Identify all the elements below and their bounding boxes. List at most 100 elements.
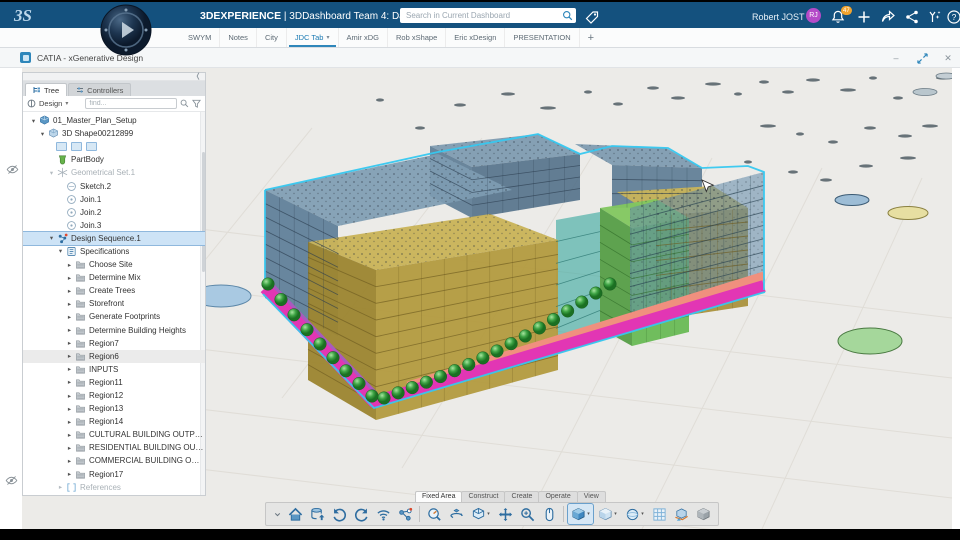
pan-button[interactable] <box>495 504 515 524</box>
tree-item-region12[interactable]: ▸ Region12 <box>23 389 205 402</box>
home-button[interactable] <box>285 504 305 524</box>
hidden-eye-icon[interactable] <box>6 163 19 176</box>
tree-item-cultural-building-output[interactable]: ▸ CULTURAL BUILDING OUTPUT <box>23 428 205 441</box>
database-upload-button[interactable] <box>307 504 327 524</box>
viewport-tab-fixed-area[interactable]: Fixed Area <box>415 491 463 502</box>
resize-button[interactable] <box>915 51 929 65</box>
tree-filter-funnel-icon[interactable] <box>192 99 201 108</box>
grid-button[interactable] <box>649 504 669 524</box>
dropdown-caret-icon[interactable]: ▾ <box>614 511 617 517</box>
turntable-button[interactable] <box>446 504 466 524</box>
caret-collapsed-icon[interactable]: ▸ <box>56 483 65 491</box>
caret-collapsed-icon[interactable]: ▸ <box>65 339 74 347</box>
search-icon[interactable] <box>562 10 573 21</box>
shaded-cube-button[interactable]: ▾ <box>567 503 594 525</box>
representation-chip-icon[interactable] <box>86 142 97 152</box>
share-arrow-icon[interactable] <box>880 9 896 25</box>
caret-collapsed-icon[interactable]: ▸ <box>65 378 74 386</box>
hidden-eye-icon[interactable] <box>5 474 18 487</box>
tree-item-region17[interactable]: ▸ Region17 <box>23 468 205 481</box>
caret-collapsed-icon[interactable]: ▸ <box>65 352 74 360</box>
tree-item-create-trees[interactable]: ▸ Create Trees <box>23 284 205 297</box>
panel-collapse-icon[interactable]: ❬ <box>195 72 201 80</box>
tree-item-specifications[interactable]: ▾ Specifications <box>23 245 205 258</box>
undo-button[interactable] <box>329 504 349 524</box>
dropdown-caret-icon[interactable]: ▾ <box>587 511 590 517</box>
caret-expanded-icon[interactable]: ▾ <box>29 117 38 125</box>
caret-collapsed-icon[interactable]: ▸ <box>65 274 74 282</box>
tree-item-region6[interactable]: ▸ Region6 <box>23 349 205 363</box>
help-icon[interactable]: ? <box>946 9 960 25</box>
caret-collapsed-icon[interactable]: ▸ <box>65 313 74 321</box>
tree-find-input[interactable] <box>89 100 173 107</box>
section-cube-button[interactable] <box>671 504 691 524</box>
caret-collapsed-icon[interactable]: ▸ <box>65 457 74 465</box>
add-content-icon[interactable] <box>856 9 872 25</box>
tree-item-storefront[interactable]: ▸ Storefront <box>23 297 205 310</box>
tag-icon[interactable] <box>584 9 600 25</box>
3dexperience-compass-logo[interactable] <box>100 4 152 56</box>
zoom-area-button[interactable] <box>517 504 537 524</box>
tree-item-join-2[interactable]: Join.2 <box>23 206 205 219</box>
tree-panel-tab-controllers[interactable]: Controllers <box>68 83 132 96</box>
tree-item-inputs[interactable]: ▸ INPUTS <box>23 363 205 376</box>
caret-collapsed-icon[interactable]: ▸ <box>65 300 74 308</box>
tree-item-3d-shape00212899[interactable]: ▾ 3D Shape00212899 <box>23 127 205 140</box>
tree-item-region13[interactable]: ▸ Region13 <box>23 402 205 415</box>
workspace-tab-jdc-tab[interactable]: JDC Tab ▾ <box>287 28 339 47</box>
representation-chip-icon[interactable] <box>71 142 82 152</box>
tree-item-choose-site[interactable]: ▸ Choose Site <box>23 258 205 271</box>
tree-item-region14[interactable]: ▸ Region14 <box>23 415 205 428</box>
workspace-tab-eric-xdesign[interactable]: Eric xDesign <box>446 28 506 47</box>
redo-button[interactable] <box>351 504 371 524</box>
chevron-down-button[interactable] <box>271 504 283 524</box>
workspace-tab-amir-xdg[interactable]: Amir xDG <box>339 28 388 47</box>
sphere-button[interactable]: ▾ <box>622 504 647 524</box>
tree-item-commercial-building-out[interactable]: ▸ COMMERCIAL BUILDING OUT... <box>23 454 205 467</box>
caret-expanded-icon[interactable]: ▾ <box>38 130 47 138</box>
tree-item-01-master-plan-setup[interactable]: ▾ 01_Master_Plan_Setup <box>23 114 205 127</box>
tree-item-region11[interactable]: ▸ Region11 <box>23 376 205 389</box>
minimize-button[interactable]: – <box>889 51 903 65</box>
search-input[interactable] <box>406 11 562 20</box>
tree-item-join-1[interactable]: Join.1 <box>23 193 205 206</box>
caret-collapsed-icon[interactable]: ▸ <box>65 444 74 452</box>
wifi-button[interactable] <box>373 504 393 524</box>
tree-find-box[interactable] <box>85 98 177 109</box>
caret-collapsed-icon[interactable]: ▸ <box>65 261 74 269</box>
caret-collapsed-icon[interactable]: ▸ <box>65 392 74 400</box>
caret-expanded-icon[interactable]: ▾ <box>56 247 65 255</box>
caret-collapsed-icon[interactable]: ▸ <box>65 287 74 295</box>
workspace-tab-rob-xshape[interactable]: Rob xShape <box>388 28 447 47</box>
representation-chip-icon[interactable] <box>56 142 67 152</box>
user-name-label[interactable]: Robert JOST <box>752 12 805 22</box>
viewport-tab-view[interactable]: View <box>576 491 606 502</box>
user-avatar[interactable]: RJ <box>806 8 821 23</box>
workspace-tab-presentation[interactable]: PRESENTATION <box>505 28 580 47</box>
caret-expanded-icon[interactable]: ▾ <box>47 234 56 242</box>
add-tab-button[interactable]: + <box>580 28 602 47</box>
design-filter-dropdown[interactable]: Design ▾ <box>27 99 68 108</box>
gray-cube-button[interactable] <box>693 504 713 524</box>
3d-viewport[interactable]: ❬ Tree Controllers Design ▾ find... ▾ 01… <box>22 68 952 529</box>
caret-collapsed-icon[interactable]: ▸ <box>65 365 74 373</box>
tree-item-references[interactable]: ▸ References <box>23 481 205 494</box>
tree-item-determine-building-heights[interactable]: ▸ Determine Building Heights <box>23 324 205 337</box>
dropdown-caret-icon[interactable]: ▾ <box>641 511 644 517</box>
share-network-icon[interactable] <box>904 9 920 25</box>
sequence-node-button[interactable] <box>395 504 415 524</box>
tree-panel-tab-tree[interactable]: Tree <box>25 83 68 96</box>
ghost-cube-button[interactable]: ▾ <box>595 504 620 524</box>
representation-chips-row[interactable] <box>23 140 205 153</box>
assistant-wand-icon[interactable] <box>926 9 942 25</box>
tree-item-design-sequence-1[interactable]: ▾ Design Sequence.1 <box>23 230 205 246</box>
viewport-tab-create[interactable]: Create <box>504 491 540 502</box>
tree-item-determine-mix[interactable]: ▸ Determine Mix <box>23 271 205 284</box>
viewport-tab-construct[interactable]: Construct <box>461 491 506 502</box>
caret-collapsed-icon[interactable]: ▸ <box>65 431 74 439</box>
dropdown-caret-icon[interactable]: ▾ <box>487 511 490 517</box>
caret-collapsed-icon[interactable]: ▸ <box>65 326 74 334</box>
close-button[interactable]: ✕ <box>941 51 955 65</box>
viewport-tab-operate[interactable]: Operate <box>538 491 578 502</box>
tree-item-geometrical-set-1[interactable]: ▾ Geometrical Set.1 <box>23 166 205 179</box>
